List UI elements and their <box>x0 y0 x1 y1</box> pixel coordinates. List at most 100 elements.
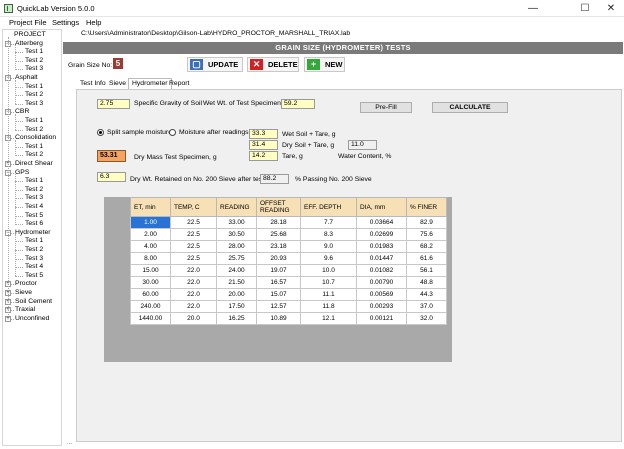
table-cell[interactable]: 12.1 <box>300 312 357 325</box>
prefill-button[interactable]: Pre-Fill <box>360 102 412 113</box>
tree-item-test[interactable]: Test 5 <box>25 212 43 219</box>
tree-group-unconfined[interactable]: Unconfined <box>15 315 49 322</box>
table-cell[interactable]: 22.5 <box>170 228 217 241</box>
table-cell[interactable]: 19.07 <box>256 264 301 277</box>
table-cell[interactable]: 75.6 <box>406 228 447 241</box>
table-row[interactable]: 8.00 22.5 25.75 20.93 9.6 0.01447 61.6 <box>130 252 447 265</box>
table-cell[interactable]: 15.07 <box>256 288 301 301</box>
tare-input[interactable]: 14.2 <box>249 151 278 161</box>
table-cell[interactable]: 28.18 <box>256 216 301 229</box>
table-cell[interactable]: 23.18 <box>256 240 301 253</box>
table-cell[interactable]: 48.8 <box>406 276 447 289</box>
table-row[interactable]: 1.00 22.5 33.00 28.18 7.7 0.03664 82.9 <box>130 216 447 229</box>
table-cell[interactable]: 1440.00 <box>130 312 171 325</box>
table-cell[interactable]: 10.0 <box>300 264 357 277</box>
table-cell[interactable]: 10.89 <box>256 312 301 325</box>
tree-item-test[interactable]: Test 4 <box>25 203 43 210</box>
table-cell[interactable]: 28.00 <box>216 240 257 253</box>
table-cell[interactable]: 22.0 <box>170 288 217 301</box>
table-row[interactable]: 60.00 22.0 20.00 15.07 11.1 0.00569 44.3 <box>130 288 447 301</box>
table-cell[interactable]: 20.0 <box>170 312 217 325</box>
dry-wt-200-input[interactable]: 6.3 <box>97 172 126 182</box>
dry-soil-tare-input[interactable]: 31.4 <box>249 140 278 150</box>
tree-group-atterberg[interactable]: Atterberg <box>15 40 43 47</box>
tab-report[interactable]: Report <box>166 79 192 89</box>
table-cell[interactable]: 8.3 <box>300 228 357 241</box>
table-cell[interactable]: 0.01447 <box>356 252 407 265</box>
specific-gravity-input[interactable]: 2.75 <box>97 99 130 109</box>
new-button[interactable]: + NEW <box>304 57 345 72</box>
table-cell[interactable]: 0.00569 <box>356 288 407 301</box>
tree-group-gps[interactable]: GPS <box>15 169 29 176</box>
maximize-button[interactable]: ☐ <box>572 0 598 17</box>
tree-item-test[interactable]: Test 1 <box>25 237 43 244</box>
table-row[interactable]: 30.00 22.0 21.50 16.57 10.7 0.00790 48.8 <box>130 276 447 289</box>
table-row[interactable]: 2.00 22.5 30.50 25.68 8.3 0.02699 75.6 <box>130 228 447 241</box>
table-row[interactable]: 15.00 22.0 24.00 19.07 10.0 0.01082 56.1 <box>130 264 447 277</box>
hydrometer-readings-table[interactable]: ET, min TEMP, C READING OFFSET READING EFF. … <box>130 197 447 325</box>
menu-project-file[interactable]: Project File <box>9 18 47 27</box>
table-row[interactable]: 1440.00 20.0 16.25 10.89 12.1 0.00121 32.0 <box>130 312 447 325</box>
table-cell[interactable]: 21.50 <box>216 276 257 289</box>
table-cell[interactable]: 61.6 <box>406 252 447 265</box>
wet-wt-input[interactable]: 59.2 <box>281 99 315 109</box>
moisture-after-radio[interactable] <box>169 129 176 136</box>
tree-item-test[interactable]: Test 2 <box>25 57 43 64</box>
table-cell[interactable]: 16.25 <box>216 312 257 325</box>
table-cell[interactable]: 33.00 <box>216 216 257 229</box>
table-cell[interactable]: 0.00293 <box>356 300 407 313</box>
table-cell[interactable]: 25.75 <box>216 252 257 265</box>
tree-item-test[interactable]: Test 5 <box>25 272 43 279</box>
table-cell[interactable]: 56.1 <box>406 264 447 277</box>
table-cell[interactable]: 22.5 <box>170 216 217 229</box>
tree-group-cbr[interactable]: CBR <box>15 108 29 115</box>
table-cell[interactable]: 24.00 <box>216 264 257 277</box>
tab-sieve[interactable]: Sieve <box>106 79 129 89</box>
tab-hydrometer[interactable]: Hydrometer <box>128 78 172 89</box>
table-cell[interactable]: 25.68 <box>256 228 301 241</box>
tree-item-test[interactable]: Test 4 <box>25 263 43 270</box>
table-cell[interactable]: 68.2 <box>406 240 447 253</box>
table-cell[interactable]: 20.00 <box>216 288 257 301</box>
tree-group-direct-shear[interactable]: Direct Shear <box>15 160 53 167</box>
minimize-button[interactable]: — <box>520 0 546 17</box>
calculate-button[interactable]: CALCULATE <box>432 102 508 113</box>
tree-item-test[interactable]: Test 3 <box>25 65 43 72</box>
tree-group-asphalt[interactable]: Asphalt <box>15 74 38 81</box>
table-cell[interactable]: 12.57 <box>256 300 301 313</box>
table-cell[interactable]: 37.0 <box>406 300 447 313</box>
table-cell[interactable]: 22.5 <box>170 240 217 253</box>
table-cell[interactable]: 16.57 <box>256 276 301 289</box>
tree-item-test[interactable]: Test 3 <box>25 194 43 201</box>
project-tree[interactable]: PROJECT − Atterberg Test 1 Test 2 Test 3− Asph… <box>2 29 62 446</box>
tree-item-test[interactable]: Test 3 <box>25 255 43 262</box>
table-cell[interactable]: 0.01983 <box>356 240 407 253</box>
table-cell[interactable]: 82.9 <box>406 216 447 229</box>
wet-soil-tare-input[interactable]: 33.3 <box>249 129 278 139</box>
table-cell[interactable]: 30.00 <box>130 276 171 289</box>
tree-group-traxial[interactable]: Traxial <box>15 306 35 313</box>
table-cell[interactable]: 22.0 <box>170 276 217 289</box>
delete-button[interactable]: ✕ DELETE <box>247 57 299 72</box>
tab-test-info[interactable]: Test Info <box>77 79 109 89</box>
table-cell[interactable]: 9.6 <box>300 252 357 265</box>
table-cell[interactable]: 0.00121 <box>356 312 407 325</box>
tree-root[interactable]: PROJECT <box>14 31 46 38</box>
tree-item-test[interactable]: Test 2 <box>25 246 43 253</box>
table-cell[interactable]: 32.0 <box>406 312 447 325</box>
tree-group-hydrometer[interactable]: Hydrometer <box>15 229 51 236</box>
table-cell[interactable]: 44.3 <box>406 288 447 301</box>
table-cell[interactable]: 60.00 <box>130 288 171 301</box>
tree-group-consolidation[interactable]: Consolidation <box>15 134 56 141</box>
table-cell[interactable]: 0.03664 <box>356 216 407 229</box>
menu-help[interactable]: Help <box>86 18 101 27</box>
tree-item-test[interactable]: Test 1 <box>25 143 43 150</box>
table-cell[interactable]: 22.5 <box>170 252 217 265</box>
table-cell[interactable]: 0.02699 <box>356 228 407 241</box>
tree-item-test[interactable]: Test 1 <box>25 117 43 124</box>
table-cell[interactable]: 11.8 <box>300 300 357 313</box>
table-body[interactable]: 1.00 22.5 33.00 28.18 7.7 0.03664 82.9 2.00 22.5… <box>130 216 447 325</box>
table-cell[interactable]: 2.00 <box>130 228 171 241</box>
tree-item-test[interactable]: Test 6 <box>25 220 43 227</box>
table-cell[interactable]: 20.93 <box>256 252 301 265</box>
